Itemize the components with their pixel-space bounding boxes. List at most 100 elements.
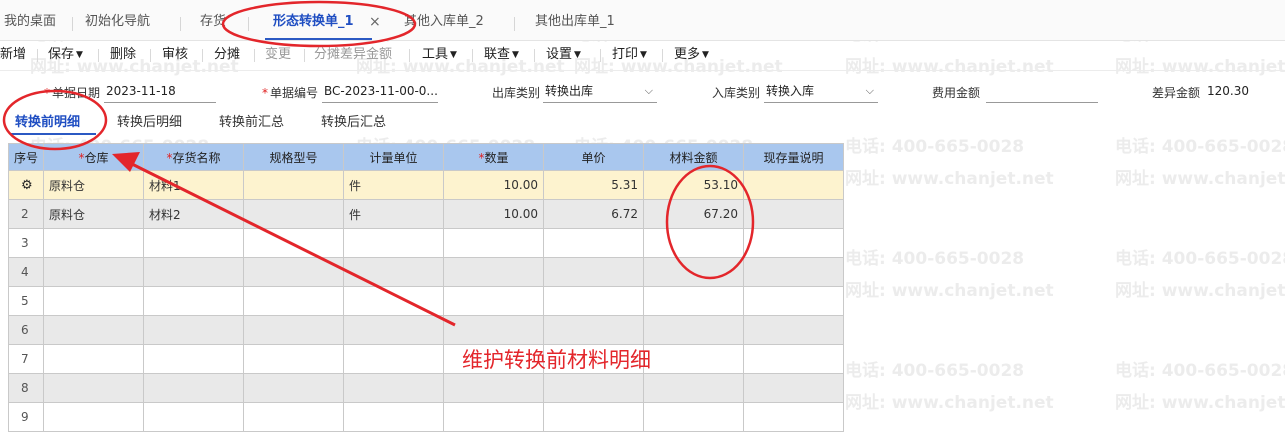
tab-other-outbound[interactable]: 其他出库单_1: [535, 10, 615, 34]
cell-spec[interactable]: [243, 344, 345, 374]
cell-item[interactable]: 材料1: [143, 170, 245, 200]
cell-price[interactable]: 5.31: [543, 170, 645, 200]
table-row[interactable]: 6: [7, 315, 845, 345]
cell-note[interactable]: [743, 199, 845, 229]
cell-spec[interactable]: [243, 170, 345, 200]
more-menu[interactable]: 更多 ▼: [674, 45, 709, 65]
cell-warehouse[interactable]: [43, 286, 145, 316]
cell-warehouse[interactable]: [43, 228, 145, 258]
linked-query-menu[interactable]: 联查 ▼: [484, 45, 519, 65]
new-button[interactable]: 新增: [0, 45, 26, 65]
tab-init-guide[interactable]: 初始化导航: [85, 10, 150, 34]
tab-before-detail[interactable]: 转换前明细: [15, 111, 80, 130]
row-settings-icon[interactable]: ⚙: [21, 178, 33, 193]
cell-spec[interactable]: [243, 228, 345, 258]
code-field[interactable]: BC-2023-11-00-0...: [322, 80, 438, 103]
cell-item[interactable]: [143, 257, 245, 287]
cell-note[interactable]: [743, 257, 845, 287]
cell-qty[interactable]: [443, 373, 545, 403]
cell-note[interactable]: [743, 170, 845, 200]
tab-form-conversion[interactable]: 形态转换单_1: [265, 10, 371, 40]
tools-menu[interactable]: 工具 ▼: [422, 45, 457, 65]
tab-before-summary[interactable]: 转换前汇总: [219, 111, 284, 130]
col-header-amount[interactable]: 材料金额: [643, 143, 745, 171]
audit-button[interactable]: 审核: [162, 45, 188, 65]
table-row[interactable]: 8: [7, 373, 845, 403]
delete-button[interactable]: 删除: [110, 45, 136, 65]
tab-my-desktop[interactable]: 我的桌面: [4, 10, 56, 34]
cell-note[interactable]: [743, 373, 845, 403]
cell-unit[interactable]: [343, 228, 445, 258]
col-header-qty[interactable]: *数量: [443, 143, 545, 171]
tab-after-detail[interactable]: 转换后明细: [117, 111, 182, 130]
cell-spec[interactable]: [243, 373, 345, 403]
cell-amount[interactable]: [643, 402, 745, 432]
cell-unit[interactable]: [343, 402, 445, 432]
cell-spec[interactable]: [243, 257, 345, 287]
cell-item[interactable]: 材料2: [143, 199, 245, 229]
cell-warehouse[interactable]: [43, 373, 145, 403]
cell-amount[interactable]: [643, 286, 745, 316]
cell-unit[interactable]: 件: [343, 170, 445, 200]
cell-item[interactable]: [143, 286, 245, 316]
cell-spec[interactable]: [243, 199, 345, 229]
cell-qty[interactable]: 10.00: [443, 170, 545, 200]
cell-unit[interactable]: [343, 257, 445, 287]
table-row[interactable]: 9: [7, 402, 845, 432]
col-header-stock-note[interactable]: 现存量说明: [743, 143, 845, 171]
cell-item[interactable]: [143, 315, 245, 345]
cell-price[interactable]: [543, 402, 645, 432]
cell-spec[interactable]: [243, 402, 345, 432]
allocate-diff-button[interactable]: 分摊差异金额: [314, 45, 392, 65]
cell-unit[interactable]: [343, 315, 445, 345]
cell-item[interactable]: [143, 344, 245, 374]
table-row[interactable]: 5: [7, 286, 845, 316]
cell-qty[interactable]: [443, 286, 545, 316]
cell-warehouse[interactable]: [43, 315, 145, 345]
table-row[interactable]: 2 原料仓 材料2 件 10.00 6.72 67.20: [7, 199, 845, 229]
col-header-unit[interactable]: 计量单位: [343, 143, 445, 171]
cell-amount[interactable]: [643, 228, 745, 258]
cell-item[interactable]: [143, 228, 245, 258]
cell-price[interactable]: [543, 257, 645, 287]
cell-note[interactable]: [743, 228, 845, 258]
cell-unit[interactable]: 件: [343, 199, 445, 229]
close-icon[interactable]: ×: [369, 10, 381, 34]
cell-amount[interactable]: [643, 257, 745, 287]
cell-price[interactable]: 6.72: [543, 199, 645, 229]
cell-amount[interactable]: 53.10: [643, 170, 745, 200]
cell-warehouse[interactable]: 原料仓: [43, 199, 145, 229]
cell-note[interactable]: [743, 402, 845, 432]
cell-price[interactable]: [543, 373, 645, 403]
date-field[interactable]: 2023-11-18: [104, 80, 216, 103]
table-row[interactable]: 4: [7, 257, 845, 287]
cell-price[interactable]: [543, 286, 645, 316]
settings-menu[interactable]: 设置 ▼: [546, 45, 581, 65]
col-header-item[interactable]: *存货名称: [143, 143, 245, 171]
cell-price[interactable]: [543, 228, 645, 258]
tab-other-inbound[interactable]: 其他入库单_2: [404, 10, 484, 34]
cell-qty[interactable]: [443, 402, 545, 432]
cell-qty[interactable]: [443, 257, 545, 287]
cell-item[interactable]: [143, 373, 245, 403]
cell-unit[interactable]: [343, 344, 445, 374]
cell-note[interactable]: [743, 286, 845, 316]
col-header-index[interactable]: 序号: [7, 143, 45, 171]
fee-field[interactable]: [986, 80, 1098, 103]
cell-warehouse[interactable]: [43, 344, 145, 374]
cell-spec[interactable]: [243, 315, 345, 345]
cell-spec[interactable]: [243, 286, 345, 316]
col-header-warehouse[interactable]: *仓库: [43, 143, 145, 171]
allocate-button[interactable]: 分摊: [214, 45, 240, 65]
change-button[interactable]: 变更: [265, 45, 291, 65]
out-type-select[interactable]: 转换出库 ⌵: [543, 80, 657, 103]
cell-amount[interactable]: [643, 373, 745, 403]
cell-note[interactable]: [743, 344, 845, 374]
cell-amount[interactable]: [643, 315, 745, 345]
tab-after-summary[interactable]: 转换后汇总: [321, 111, 386, 130]
col-header-spec[interactable]: 规格型号: [243, 143, 345, 171]
cell-price[interactable]: [543, 315, 645, 345]
in-type-select[interactable]: 转换入库 ⌵: [764, 80, 878, 103]
col-header-price[interactable]: 单价: [543, 143, 645, 171]
cell-qty[interactable]: [443, 228, 545, 258]
